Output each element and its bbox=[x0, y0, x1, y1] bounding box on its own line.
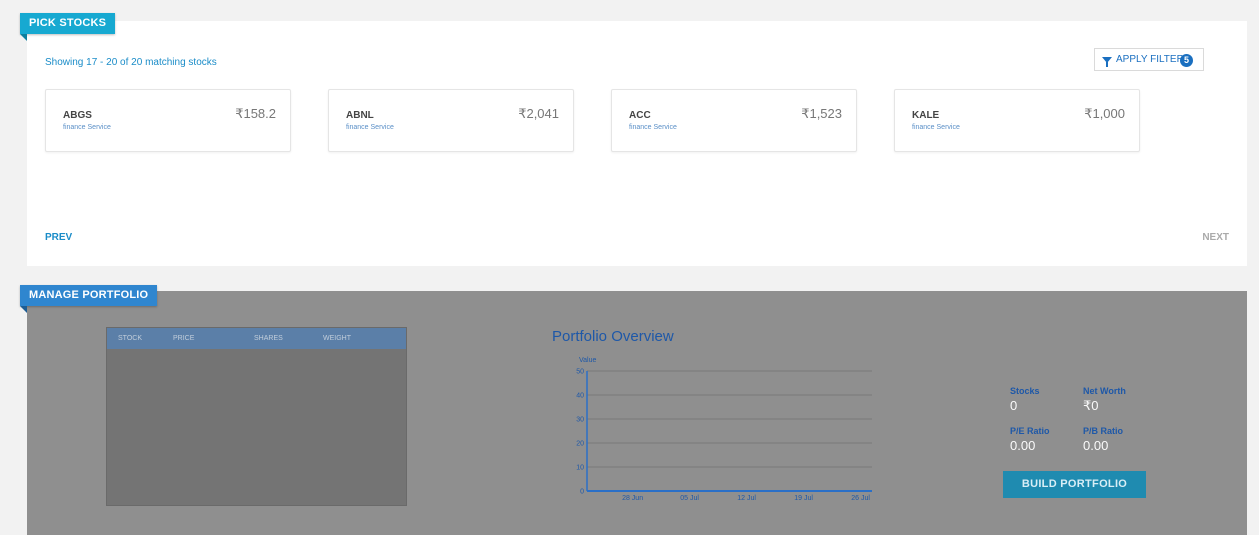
net-worth-value: ₹0 bbox=[1083, 398, 1099, 413]
y-tick-label: 40 bbox=[576, 393, 584, 400]
portfolio-chart: Value 0 10 20 30 40 50 28 Jun 05 Jul 12 Jul 19 Jul… bbox=[576, 357, 872, 502]
manage-portfolio-panel: STOCK PRICE SHARES WEIGHT Portfolio Over… bbox=[27, 291, 1247, 535]
matching-count-text: Showing 17 - 20 of 20 matching stocks bbox=[45, 57, 217, 68]
y-tick-label: 0 bbox=[580, 489, 584, 496]
chart-title: Portfolio Overview bbox=[552, 328, 674, 345]
stock-sector: finance Service bbox=[346, 124, 394, 131]
prev-page-link[interactable]: PREV bbox=[45, 232, 72, 243]
y-tick-label: 10 bbox=[576, 465, 584, 472]
pe-ratio-value: 0.00 bbox=[1010, 438, 1036, 453]
y-tick-label: 30 bbox=[576, 417, 584, 424]
x-tick-label: 05 Jul bbox=[680, 495, 699, 502]
stock-sector: finance Service bbox=[629, 124, 677, 131]
stock-symbol: KALE bbox=[912, 110, 940, 121]
pb-ratio-value: 0.00 bbox=[1083, 438, 1109, 453]
pick-stocks-panel: Showing 17 - 20 of 20 matching stocks AP… bbox=[27, 21, 1247, 266]
stock-card-abnl[interactable]: ABNL finance Service ₹2,041 bbox=[328, 89, 574, 152]
stock-card-acc[interactable]: ACC finance Service ₹1,523 bbox=[611, 89, 857, 152]
stock-price: ₹1,523 bbox=[801, 106, 842, 121]
stock-symbol: ABGS bbox=[63, 110, 92, 121]
column-header-price: PRICE bbox=[173, 335, 195, 342]
stock-card-abgs[interactable]: ABGS finance Service ₹158.2 bbox=[45, 89, 291, 152]
build-portfolio-button[interactable]: BUILD PORTFOLIO bbox=[1003, 471, 1146, 498]
filter-count-badge: 5 bbox=[1180, 54, 1193, 67]
y-tick-label: 20 bbox=[576, 441, 584, 448]
x-tick-label: 28 Jun bbox=[622, 495, 643, 502]
apply-filter-label: APPLY FILTER bbox=[1116, 54, 1184, 65]
next-page-link[interactable]: NEXT bbox=[1202, 232, 1229, 243]
stock-price: ₹158.2 bbox=[235, 106, 276, 121]
stock-symbol: ACC bbox=[629, 110, 651, 121]
y-tick-label: 50 bbox=[576, 369, 584, 376]
net-worth-label: Net Worth bbox=[1083, 386, 1126, 396]
filter-icon bbox=[1102, 56, 1112, 67]
stock-sector: finance Service bbox=[912, 124, 960, 131]
stock-sector: finance Service bbox=[63, 124, 111, 131]
column-header-shares: SHARES bbox=[254, 335, 283, 342]
pick-stocks-ribbon: PICK STOCKS bbox=[20, 13, 116, 41]
stock-card-kale[interactable]: KALE finance Service ₹1,000 bbox=[894, 89, 1140, 152]
stock-price: ₹1,000 bbox=[1084, 106, 1125, 121]
apply-filter-button[interactable]: APPLY FILTER 5 bbox=[1094, 48, 1204, 71]
column-header-weight: WEIGHT bbox=[323, 335, 351, 342]
pb-ratio-label: P/B Ratio bbox=[1083, 426, 1124, 436]
stock-price: ₹2,041 bbox=[518, 106, 559, 121]
x-tick-label: 19 Jul bbox=[794, 495, 813, 502]
x-tick-label: 12 Jul bbox=[737, 495, 756, 502]
pe-ratio-label: P/E Ratio bbox=[1010, 426, 1050, 436]
column-header-stock: STOCK bbox=[118, 335, 142, 342]
holdings-table-header: STOCK PRICE SHARES WEIGHT bbox=[107, 328, 406, 349]
stocks-value: 0 bbox=[1010, 398, 1018, 413]
stocks-label: Stocks bbox=[1010, 386, 1040, 396]
stock-symbol: ABNL bbox=[346, 110, 374, 121]
manage-portfolio-ribbon: MANAGE PORTFOLIO bbox=[20, 285, 158, 313]
x-tick-label: 26 Jul bbox=[851, 495, 870, 502]
y-axis-label: Value bbox=[579, 357, 596, 364]
holdings-table: STOCK PRICE SHARES WEIGHT bbox=[106, 327, 407, 506]
